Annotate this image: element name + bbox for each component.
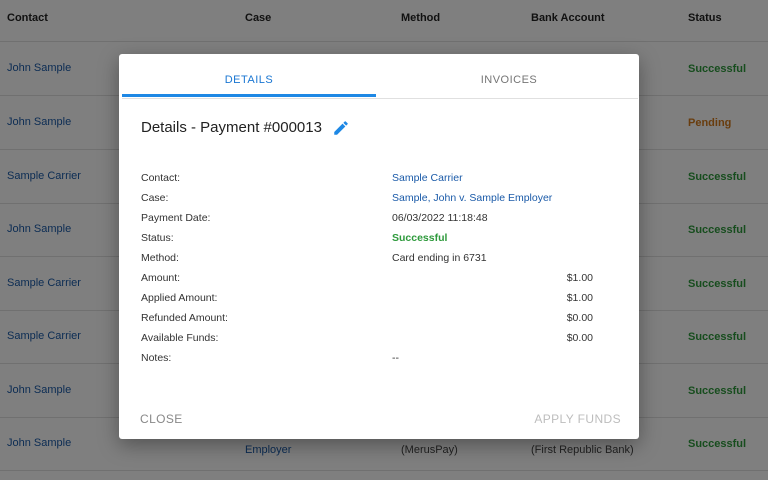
payment-date-value: 06/03/2022 11:18:48	[392, 212, 488, 224]
case-link[interactable]: Sample, John v. Sample Employer	[392, 192, 552, 204]
notes-label: Notes:	[141, 352, 172, 364]
dialog-tabs: DETAILS INVOICES	[122, 54, 638, 99]
tab-details[interactable]: DETAILS	[122, 54, 376, 98]
applied-amount-label: Applied Amount:	[141, 292, 218, 304]
close-button[interactable]: CLOSE	[140, 412, 183, 426]
amount-label: Amount:	[141, 272, 181, 284]
edit-pencil-icon[interactable]	[332, 119, 350, 137]
apply-funds-button[interactable]: APPLY FUNDS	[534, 412, 621, 426]
method-label: Method:	[141, 252, 179, 264]
status-value: Successful	[392, 232, 448, 244]
dialog-title: Details - Payment #000013	[141, 119, 322, 136]
case-label: Case:	[141, 192, 169, 204]
active-tab-indicator	[122, 94, 376, 97]
method-value: Card ending in 6731	[392, 252, 487, 264]
refunded-amount-label: Refunded Amount:	[141, 312, 228, 324]
status-label: Status:	[141, 232, 174, 244]
tab-invoices[interactable]: INVOICES	[382, 54, 636, 98]
applied-amount-value: $1.00	[566, 292, 593, 304]
contact-link[interactable]: Sample Carrier	[392, 172, 463, 184]
payment-details-dialog: DETAILS INVOICES Details - Payment #0000…	[119, 54, 639, 439]
notes-value: --	[392, 352, 399, 364]
payment-date-label: Payment Date:	[141, 212, 211, 224]
amount-value: $1.00	[566, 272, 593, 284]
available-funds-label: Available Funds:	[141, 332, 219, 344]
contact-label: Contact:	[141, 172, 181, 184]
available-funds-value: $0.00	[566, 332, 593, 344]
refunded-amount-value: $0.00	[566, 312, 593, 324]
